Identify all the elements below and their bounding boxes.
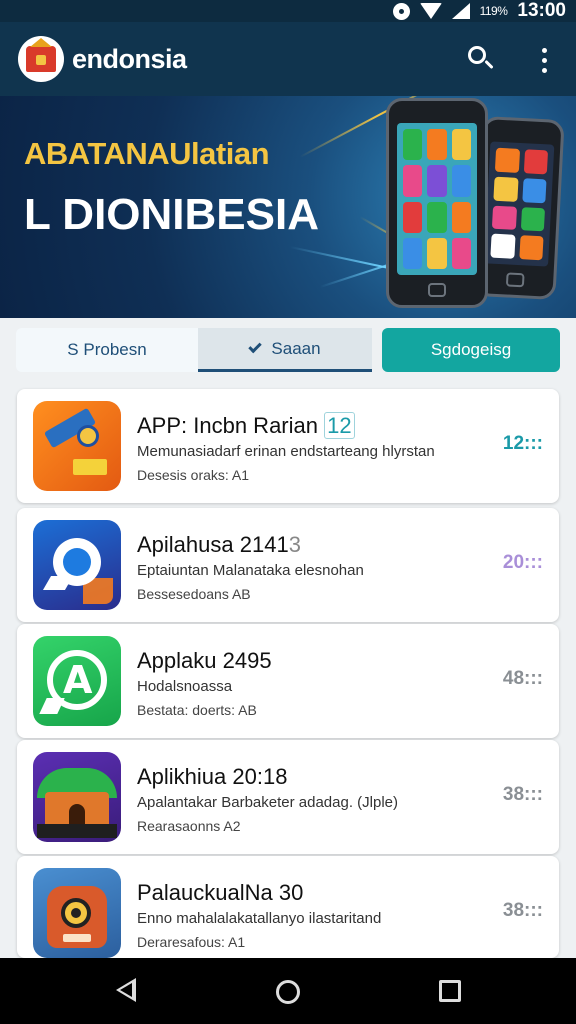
tab-saaan[interactable]: Saaan: [198, 328, 372, 372]
app-badge: 12: [324, 412, 355, 439]
list-item[interactable]: Aplikhiua 20:18 Apalantakar Barbaketer a…: [17, 740, 559, 854]
more-options-button[interactable]: [532, 45, 556, 75]
app-description: Enno mahalalakatallanyo ilastaritand: [137, 910, 382, 927]
wifi-icon: [419, 3, 442, 19]
signal-icon: [451, 3, 470, 19]
battery-text: 119%: [479, 4, 508, 18]
app-description: Apalantakar Barbaketer adadag. (Jlple): [137, 794, 398, 811]
tab-label: Saaan: [271, 338, 321, 358]
notification-icon: [392, 2, 410, 20]
app-icon: A: [33, 636, 121, 726]
app-title: APP: Incbn Rarian 12: [137, 412, 355, 439]
banner-headline: ABATANAUlatian: [24, 136, 270, 171]
filter-tabs: S Probesn Saaan Sgdogeisg: [16, 328, 560, 374]
list-item[interactable]: Apilahusa 21413 Eptaiuntan Malanataka el…: [17, 508, 559, 622]
app-description: Hodalsnoassa: [137, 678, 233, 695]
status-bar: 119% 13:00: [0, 0, 576, 22]
app-logo: [18, 36, 64, 82]
check-icon: [248, 339, 263, 354]
app-description: Eptaiuntan Malanataka elesnohan: [137, 562, 364, 579]
app-meta: Bestata: doerts: AB: [137, 702, 257, 718]
tab-probesn[interactable]: S Probesn: [16, 328, 198, 372]
app-badge: 3: [288, 532, 301, 557]
recents-icon[interactable]: [439, 980, 461, 1002]
back-icon[interactable]: [116, 978, 136, 1002]
app-meta: Bessesedoans AB: [137, 586, 251, 602]
tab-label: S Probesn: [67, 340, 147, 359]
app-count: 38:::: [502, 784, 543, 805]
search-icon: [468, 46, 486, 64]
app-meta: Desesis oraks: A1: [137, 467, 250, 483]
app-icon: [33, 401, 121, 491]
more-vert-icon: [541, 47, 547, 53]
app-title: Apilahusa 21413: [137, 532, 301, 557]
system-nav-bar: [0, 958, 576, 1024]
app-title: Applaku 2495: [137, 648, 272, 673]
app-meta: Rearasaonns A2: [137, 818, 241, 834]
app-meta: Deraresafous: A1: [137, 934, 246, 950]
banner-subheadline: L DIONIBESIA: [24, 190, 320, 239]
tab-label: Sgdogeisg: [430, 340, 512, 359]
app-title: Aplikhiua 20:18: [137, 764, 288, 789]
list-item[interactable]: PalauckualNa 30 Enno mahalalakatallanyo …: [17, 856, 559, 958]
tab-sgdogeisg[interactable]: Sgdogeisg: [382, 328, 560, 372]
app-count: 48:::: [502, 668, 543, 689]
app-title: PalauckualNa 30: [137, 880, 304, 905]
app-icon: [33, 520, 121, 610]
clock: 13:00: [517, 0, 566, 21]
search-button[interactable]: [466, 44, 496, 74]
home-icon[interactable]: [276, 980, 300, 1004]
promo-banner[interactable]: ABATANAUlatian L DIONIBESIA: [0, 96, 576, 318]
list-item[interactable]: APP: Incbn Rarian 12 Memunasiadarf erina…: [17, 389, 559, 503]
temple-icon: [26, 38, 56, 72]
app-count: 20:::: [502, 552, 543, 573]
app-count: 12:::: [502, 433, 543, 454]
app-bar: endonsia: [0, 22, 576, 96]
list-item[interactable]: A Applaku 2495 Hodalsnoassa Bestata: doe…: [17, 624, 559, 738]
app-title: endonsia: [72, 44, 187, 74]
app-icon: [33, 752, 121, 842]
app-count: 38:::: [502, 900, 543, 921]
app-icon: [33, 868, 121, 958]
phone-illustration-front: [386, 98, 488, 308]
app-description: Memunasiadarf erinan endstarteang hlyrst…: [137, 443, 435, 460]
